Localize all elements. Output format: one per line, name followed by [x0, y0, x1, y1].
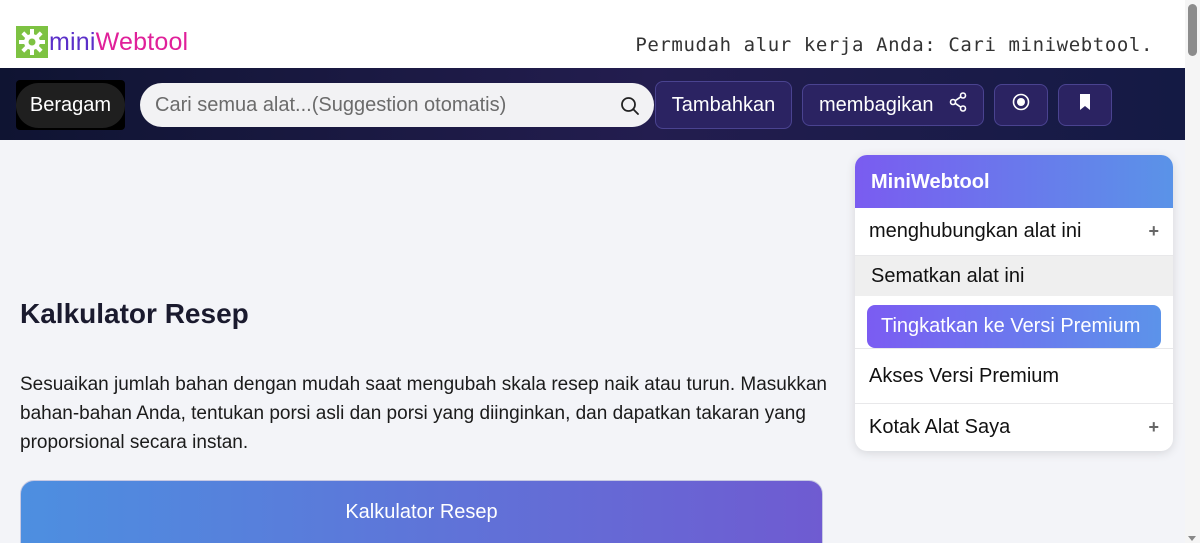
page-description: Sesuaikan jumlah bahan dengan mudah saat…: [20, 374, 827, 453]
expand-plus-icon[interactable]: +: [1148, 417, 1159, 438]
main-navbar: Beragam Tambahkan membagikan: [0, 68, 1185, 140]
sidebar-item-my-toolbox[interactable]: Kotak Alat Saya +: [855, 404, 1173, 451]
bookmark-icon: [1078, 93, 1092, 117]
search-icon[interactable]: [620, 96, 640, 121]
calculator-card-title: Kalkulator Resep: [345, 501, 498, 523]
calculator-card: Kalkulator Resep: [20, 480, 823, 543]
scrollbar-thumb[interactable]: [1188, 4, 1197, 56]
sidebar-item-link-tool[interactable]: menghubungkan alat ini +: [855, 208, 1173, 256]
category-menu-label: Beragam: [15, 82, 126, 128]
logo-mini-text: mini: [49, 27, 96, 56]
sidebar-heading: MiniWebtool: [855, 155, 1173, 208]
header-tagline: Permudah alur kerja Anda: Cari miniwebto…: [635, 34, 1153, 56]
expand-plus-icon[interactable]: +: [1148, 221, 1159, 242]
category-menu-button[interactable]: Beragam: [15, 80, 126, 130]
search-input[interactable]: [155, 93, 615, 117]
add-tool-button[interactable]: Tambahkan: [655, 81, 792, 129]
record-button[interactable]: [994, 84, 1048, 126]
page-title: Kalkulator Resep: [20, 298, 249, 329]
share-label: membagikan: [819, 93, 934, 116]
add-tool-label: Tambahkan: [671, 93, 776, 116]
sidebar-item-label: Sematkan alat ini: [871, 264, 1025, 287]
sidebar-item-label: menghubungkan alat ini: [869, 220, 1082, 242]
upgrade-premium-button[interactable]: Tingkatkan ke Versi Premium: [867, 305, 1161, 348]
sidebar-item-label: Akses Versi Premium: [869, 364, 1060, 387]
share-icon: [949, 92, 967, 118]
gear-logo-icon: [16, 26, 48, 58]
sidebar-item-label: Kotak Alat Saya: [869, 416, 1011, 438]
logo-webtool-text: Webtool: [95, 27, 189, 56]
page-scrollbar[interactable]: [1185, 0, 1200, 543]
bookmark-button[interactable]: [1058, 84, 1112, 126]
record-icon: [1012, 93, 1030, 117]
sidebar-upgrade-wrapper: Tingkatkan ke Versi Premium: [855, 296, 1173, 349]
logo-text: miniWebtool: [49, 28, 188, 57]
scroll-down-arrow-icon[interactable]: [1188, 536, 1196, 541]
upgrade-premium-label: Tingkatkan ke Versi Premium: [881, 315, 1141, 337]
sidebar-item-premium-access[interactable]: Akses Versi Premium: [855, 349, 1173, 404]
site-logo[interactable]: miniWebtool: [16, 26, 188, 58]
sidebar-item-embed-tool[interactable]: Sematkan alat ini: [855, 256, 1173, 296]
search-box: [140, 83, 654, 127]
sidebar-panel: MiniWebtool menghubungkan alat ini + Sem…: [855, 155, 1173, 451]
site-header: miniWebtool Permudah alur kerja Anda: Ca…: [0, 0, 1185, 68]
share-button[interactable]: membagikan: [802, 84, 984, 126]
